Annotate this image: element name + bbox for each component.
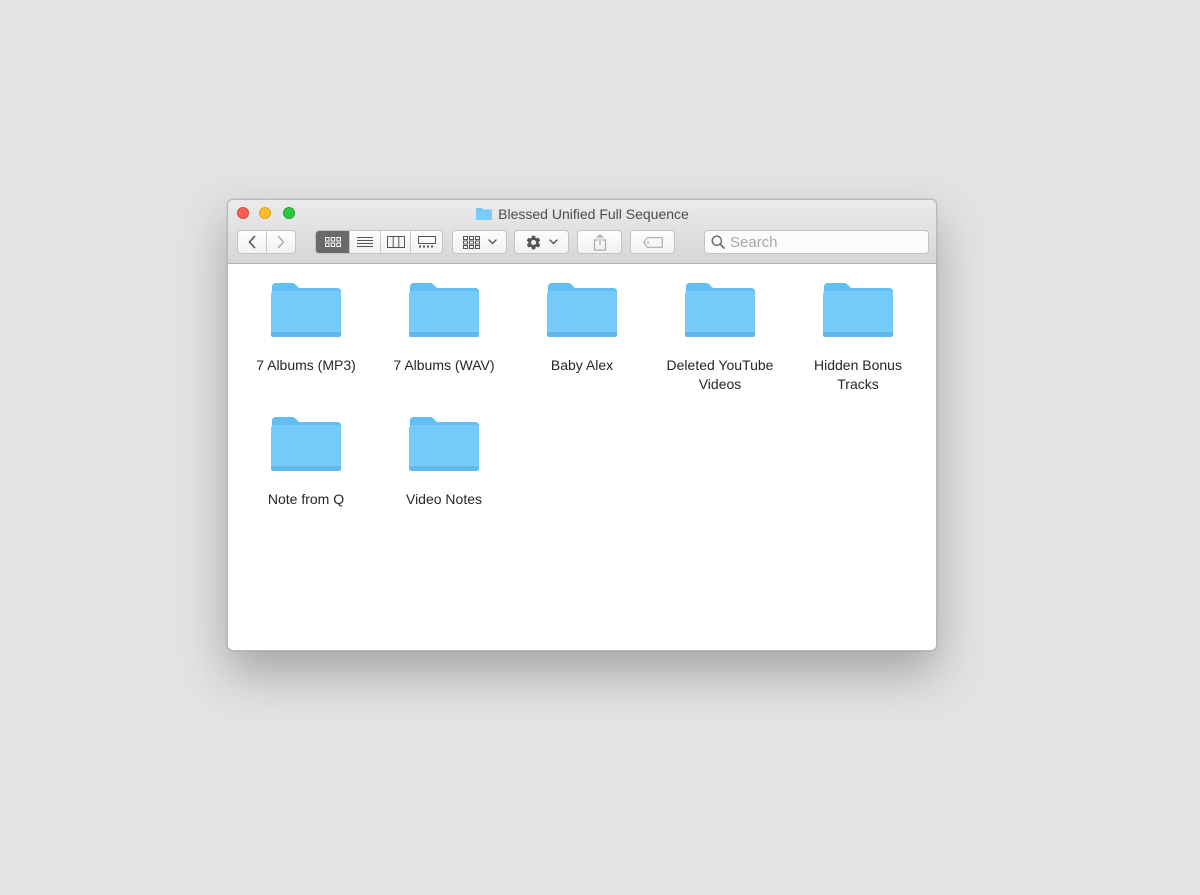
- folder-item[interactable]: Hidden Bonus Tracks: [793, 282, 923, 393]
- folder-label: 7 Albums (WAV): [393, 357, 495, 373]
- folder-item[interactable]: 7 Albums (MP3): [241, 282, 371, 375]
- folder-label: Hidden Bonus Tracks: [814, 357, 902, 392]
- folder-item[interactable]: Video Notes: [379, 416, 509, 509]
- gallery-icon: [417, 236, 436, 248]
- chevron-down-icon: [487, 239, 497, 245]
- folder-icon: [823, 283, 893, 337]
- action-menu-button[interactable]: [514, 230, 569, 254]
- folder-label: Baby Alex: [550, 357, 614, 373]
- list-icon: [357, 237, 374, 247]
- chevron-right-icon: [277, 235, 285, 249]
- window-title-text: Blessed Unified Full Sequence: [498, 206, 689, 222]
- folder-item[interactable]: Baby Alex: [517, 282, 647, 375]
- folder-item[interactable]: 7 Albums (WAV): [379, 282, 509, 375]
- tag-icon: [642, 236, 663, 248]
- folder-label: 7 Albums (MP3): [256, 357, 356, 373]
- folder-icon: [476, 208, 493, 220]
- nav-buttons: [237, 230, 296, 254]
- folder-label: Note from Q: [267, 491, 345, 507]
- gear-icon: [526, 235, 541, 249]
- folder-icon: [271, 417, 341, 471]
- folder-label: Deleted YouTube Videos: [666, 357, 774, 392]
- window-title: Blessed Unified Full Sequence: [228, 205, 936, 223]
- finder-window: Blessed Unified Full Sequence Search 7 A…: [227, 199, 937, 651]
- chevron-left-icon: [248, 235, 256, 249]
- tags-button[interactable]: [630, 230, 675, 254]
- icon-view-button[interactable]: [316, 231, 350, 253]
- folder-icon: [547, 283, 617, 337]
- icon-grid-icon: [324, 237, 341, 247]
- search-input[interactable]: [730, 233, 920, 251]
- folder-item[interactable]: Deleted YouTube Videos: [655, 282, 785, 393]
- folder-icon: [685, 283, 755, 337]
- folder-icon: [409, 283, 479, 337]
- search-field[interactable]: [704, 230, 929, 254]
- search-icon: [711, 235, 725, 249]
- share-button[interactable]: [577, 230, 622, 254]
- view-mode-control: [315, 230, 443, 254]
- folder-item[interactable]: Note from Q: [241, 416, 371, 509]
- titlebar[interactable]: Blessed Unified Full Sequence: [228, 200, 936, 264]
- group-grid-icon: [462, 235, 480, 249]
- share-icon: [593, 233, 606, 251]
- folder-icon: [409, 417, 479, 471]
- folder-label: Video Notes: [405, 491, 482, 507]
- gallery-view-button[interactable]: [410, 231, 442, 253]
- column-view-button[interactable]: [379, 231, 411, 253]
- back-button[interactable]: [238, 231, 266, 253]
- list-view-button[interactable]: [349, 231, 380, 253]
- folder-icon: [271, 283, 341, 337]
- forward-button[interactable]: [266, 231, 295, 253]
- chevron-down-icon: [549, 239, 558, 245]
- file-grid: 7 Albums (MP3) 7 Albums (WAV) Baby Alex: [228, 264, 936, 650]
- columns-icon: [386, 236, 405, 248]
- group-by-button[interactable]: [452, 230, 507, 254]
